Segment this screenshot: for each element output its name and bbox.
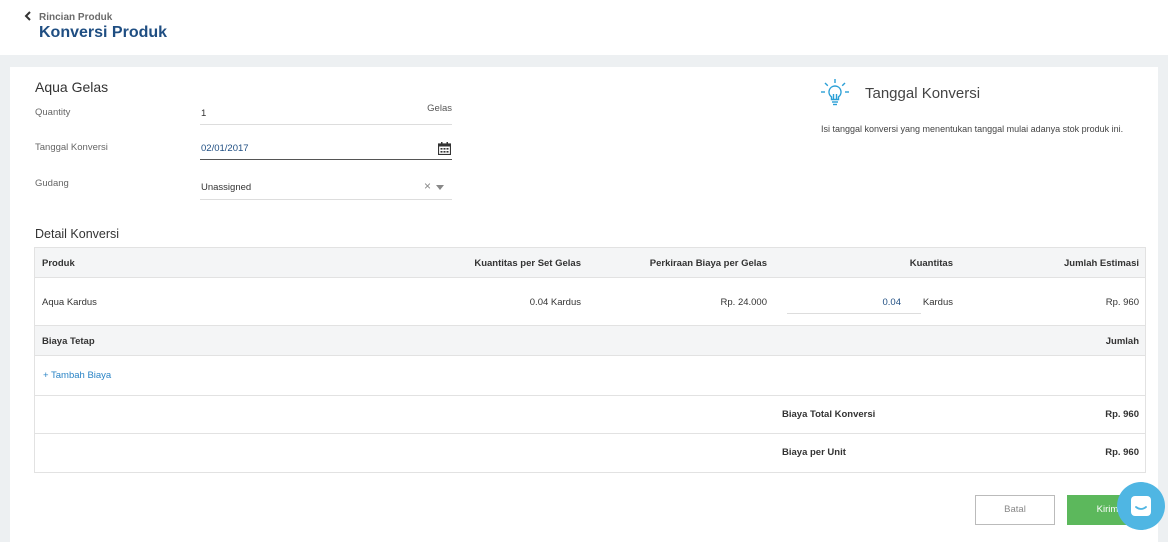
quantity-unit: Gelas bbox=[427, 103, 452, 114]
row-total: Rp. 960 bbox=[1105, 297, 1139, 308]
col-header-cost: Perkiraan Biaya per Gelas bbox=[649, 258, 767, 269]
table-header: Produk Kuantitas per Set Gelas Perkiraan… bbox=[35, 248, 1145, 278]
row-cost: Rp. 24.000 bbox=[720, 297, 767, 308]
date-label: Tanggal Konversi bbox=[35, 142, 108, 153]
date-value: 02/01/2017 bbox=[201, 143, 249, 154]
col-header-total: Jumlah Estimasi bbox=[1064, 258, 1139, 269]
warehouse-value: Unassigned bbox=[201, 182, 252, 193]
quantity-label: Quantity bbox=[35, 107, 71, 118]
col-header-qty-per-set: Kuantitas per Set Gelas bbox=[474, 258, 581, 269]
total-cost-row: Biaya Total Konversi Rp. 960 bbox=[35, 396, 1145, 434]
chat-icon bbox=[1131, 496, 1151, 516]
page-title: Konversi Produk bbox=[39, 24, 168, 41]
page-header: Rincian Produk Konversi Produk bbox=[0, 0, 1168, 55]
product-name: Aqua Gelas bbox=[35, 79, 109, 95]
unit-cost-row: Biaya per Unit Rp. 960 bbox=[35, 434, 1145, 472]
quantity-input-value: 0.04 bbox=[882, 297, 902, 308]
quantity-input[interactable]: 0.04 bbox=[787, 286, 921, 314]
col-header-qty: Kuantitas bbox=[909, 258, 953, 269]
warehouse-select[interactable]: Unassigned × bbox=[200, 176, 452, 200]
col-header-product: Produk bbox=[42, 258, 75, 269]
total-cost-value: Rp. 960 bbox=[1105, 409, 1139, 420]
cancel-button[interactable]: Batal bbox=[975, 495, 1055, 525]
detail-section-title: Detail Konversi bbox=[35, 227, 120, 241]
calendar-icon[interactable] bbox=[438, 142, 451, 155]
unit-cost-label: Biaya per Unit bbox=[782, 447, 846, 458]
table-row: Aqua Kardus 0.04 Kardus Rp. 24.000 0.04 … bbox=[35, 278, 1145, 326]
fixed-cost-title: Biaya Tetap bbox=[42, 336, 95, 347]
back-chevron-icon[interactable] bbox=[23, 11, 33, 21]
chevron-down-icon[interactable] bbox=[436, 185, 444, 190]
breadcrumb[interactable]: Rincian Produk bbox=[39, 12, 112, 23]
fixed-cost-header: Biaya Tetap Jumlah bbox=[35, 326, 1145, 356]
conversion-form-card: Aqua Gelas Quantity 1 Gelas Tanggal Konv… bbox=[10, 67, 1158, 542]
row-product: Aqua Kardus bbox=[42, 297, 97, 308]
add-cost-row: + Tambah Biaya bbox=[35, 356, 1145, 396]
unit-cost-value: Rp. 960 bbox=[1105, 447, 1139, 458]
add-cost-link[interactable]: + Tambah Biaya bbox=[43, 370, 111, 381]
row-unit: Kardus bbox=[922, 297, 953, 308]
fixed-cost-amount-header: Jumlah bbox=[1105, 336, 1139, 347]
row-qty-per-set: 0.04 Kardus bbox=[529, 297, 581, 308]
tip-title: Tanggal Konversi bbox=[865, 85, 981, 102]
warehouse-label: Gudang bbox=[35, 178, 69, 189]
conversion-table: Produk Kuantitas per Set Gelas Perkiraan… bbox=[34, 247, 1146, 473]
lightbulb-icon bbox=[821, 79, 849, 106]
quantity-value: 1 bbox=[201, 108, 207, 119]
quantity-field[interactable]: 1 Gelas bbox=[200, 103, 452, 125]
clear-icon[interactable]: × bbox=[424, 179, 431, 193]
tip-text: Isi tanggal konversi yang menentukan tan… bbox=[821, 124, 1124, 134]
total-cost-label: Biaya Total Konversi bbox=[782, 409, 876, 420]
chat-launcher[interactable] bbox=[1117, 482, 1165, 530]
date-field[interactable]: 02/01/2017 bbox=[200, 138, 452, 160]
